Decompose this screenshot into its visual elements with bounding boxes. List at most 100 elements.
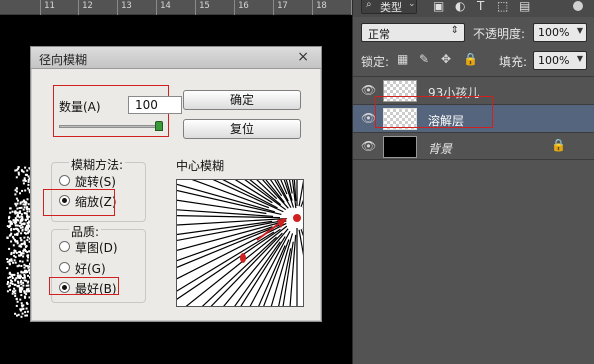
noise-pixel — [9, 211, 12, 214]
noise-pixel — [23, 276, 26, 279]
noise-pixel — [16, 215, 19, 218]
noise-pixel — [8, 272, 11, 275]
smart-object-filter-icon[interactable]: ▤ — [519, 0, 530, 13]
ruler-tick: 18 — [312, 0, 327, 15]
adjustment-filter-icon[interactable]: ◐ — [455, 0, 465, 13]
ok-button[interactable]: 确定 — [183, 90, 301, 110]
noise-pixel — [8, 247, 11, 250]
dialog-title: 径向模糊 — [39, 53, 88, 67]
noise-pixel — [21, 252, 23, 255]
layer-thumbnail — [383, 136, 417, 158]
noise-pixel — [20, 213, 23, 216]
noise-pixel — [26, 206, 28, 209]
amount-slider-track[interactable] — [59, 125, 159, 128]
noise-pixel — [17, 229, 20, 232]
noise-pixel — [7, 281, 9, 283]
noise-pixel — [21, 277, 24, 279]
noise-pixel — [23, 212, 26, 215]
noise-pixel — [9, 224, 12, 227]
eye-icon[interactable]: 👁 — [361, 111, 376, 125]
lock-paint-brush-icon[interactable]: ✎ — [419, 52, 429, 66]
lock-all-icon[interactable]: 🔒 — [463, 52, 478, 66]
amount-input[interactable]: 100 — [128, 96, 182, 114]
shape-filter-icon[interactable]: ⬚ — [497, 0, 508, 13]
noise-pixel — [25, 307, 28, 310]
type-filter-icon[interactable]: T — [477, 0, 484, 13]
noise-pixel — [18, 216, 21, 219]
eye-icon[interactable]: 👁 — [361, 83, 376, 97]
noise-pixel — [24, 245, 27, 248]
noise-pixel — [27, 280, 30, 283]
close-icon[interactable]: × — [297, 49, 309, 65]
noise-pixel — [15, 211, 18, 214]
noise-pixel — [15, 190, 18, 193]
noise-pixel — [19, 308, 22, 311]
noise-pixel — [20, 275, 22, 278]
noise-pixel — [24, 189, 27, 192]
fill-input[interactable]: 100% ▼ — [533, 51, 587, 70]
noise-pixel — [26, 310, 29, 313]
noise-pixel — [19, 221, 22, 224]
reset-button[interactable]: 复位 — [183, 119, 301, 139]
amount-slider-thumb[interactable] — [155, 121, 163, 131]
ruler-label: 18 — [316, 1, 327, 11]
lock-transparent-icon[interactable]: ▦ — [397, 52, 408, 66]
noise-pixel — [21, 218, 23, 220]
good-radio[interactable] — [59, 262, 70, 273]
noise-pixel — [8, 234, 11, 237]
filter-type-select[interactable]: ⌕ 类型 ⌄ — [361, 0, 417, 14]
noise-pixel — [20, 232, 23, 235]
opacity-value: 100% — [538, 26, 570, 39]
noise-pixel — [6, 267, 9, 270]
noise-pixel — [12, 244, 15, 247]
red-arrow-tail — [240, 253, 246, 263]
eye-icon[interactable]: 👁 — [361, 139, 376, 153]
noise-pixel — [15, 304, 18, 307]
noise-pixel — [24, 243, 27, 246]
noise-pixel — [22, 281, 25, 284]
noise-pixel — [23, 240, 26, 243]
blur-center-marker[interactable] — [293, 214, 301, 222]
noise-pixel — [22, 208, 25, 211]
noise-pixel — [14, 193, 17, 196]
blend-mode-value: 正常 — [368, 28, 390, 41]
layer-name[interactable]: 背景 — [428, 140, 452, 157]
filter-toggle-icon[interactable] — [573, 1, 583, 11]
blur-center-preview[interactable] — [147, 68, 337, 364]
noise-pixel — [11, 275, 14, 278]
layers-panel: ⌕ 类型 ⌄ ▣ ◐ T ⬚ ▤ 正常 ⇕ 不透明度: 100% ▼ 锁定: ▦… — [352, 0, 594, 364]
horizontal-ruler[interactable]: 11 12 13 14 15 16 17 18 19 — [0, 0, 366, 15]
draft-label[interactable]: 草图(D) — [75, 239, 118, 256]
noise-pixel — [12, 261, 15, 264]
spin-label[interactable]: 旋转(S) — [75, 173, 116, 190]
noise-pixel — [10, 232, 13, 235]
layer-row[interactable]: 👁 背景 🔒 — [353, 132, 594, 160]
blend-mode-select[interactable]: 正常 ⇕ — [361, 23, 465, 42]
noise-pixel — [20, 302, 23, 305]
dialog-titlebar[interactable]: 径向模糊 × — [31, 47, 321, 69]
noise-pixel — [14, 312, 17, 315]
noise-pixel — [6, 283, 9, 285]
fill-label: 填充: — [499, 55, 528, 69]
noise-pixel — [24, 314, 27, 317]
noise-pixel — [25, 290, 28, 293]
noise-pixel — [14, 217, 17, 220]
noise-pixel — [11, 235, 14, 238]
noise-pixel — [26, 251, 29, 254]
noise-pixel — [8, 262, 11, 265]
noise-pixel — [26, 169, 29, 172]
ruler-tick: 12 — [78, 0, 93, 15]
pixel-filter-icon[interactable]: ▣ — [433, 0, 444, 13]
chevron-down-icon: ▼ — [576, 26, 583, 35]
noise-pixel — [15, 204, 18, 207]
lock-move-icon[interactable]: ✥ — [441, 52, 451, 66]
draft-radio[interactable] — [59, 241, 70, 252]
opacity-input[interactable]: 100% ▼ — [533, 23, 587, 42]
good-label[interactable]: 好(G) — [75, 260, 106, 277]
noise-pixel — [20, 270, 23, 273]
noise-pixel — [20, 283, 23, 286]
noise-pixel — [25, 284, 28, 287]
noise-pixel — [16, 207, 19, 210]
noise-pixel — [6, 290, 9, 293]
spin-radio[interactable] — [59, 175, 70, 186]
